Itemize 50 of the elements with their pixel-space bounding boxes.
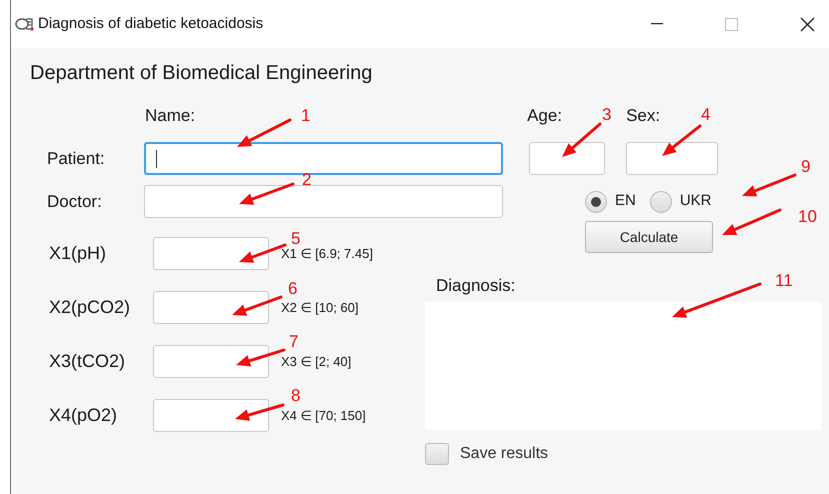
annotation-arrow [662, 124, 702, 156]
annotation-number: 7 [289, 334, 298, 349]
annotation-arrow [722, 208, 782, 235]
annotation-number: 5 [291, 231, 300, 246]
save-results-checkbox[interactable]: Save results [425, 442, 548, 466]
input-field[interactable] [153, 345, 269, 378]
diagnosis-label: Diagnosis: [436, 275, 516, 297]
input-field[interactable] [153, 237, 269, 270]
department-heading: Department of Biomedical Engineering [30, 61, 372, 86]
column-label: Sex: [626, 104, 660, 126]
parameter-label: X1(pH) [49, 242, 108, 265]
annotation-number: 2 [302, 172, 312, 187]
range-text: X3 ∈ [2; 40] [281, 352, 352, 371]
column-label: Name: [145, 104, 196, 126]
parameter-label: X4(pO2) [49, 404, 118, 427]
parameter-label: X2(pCO2) [49, 296, 132, 319]
range-text: X4 ∈ [70; 150] [281, 406, 366, 425]
language-radio[interactable]: EN [585, 190, 636, 213]
input-field[interactable] [153, 291, 269, 324]
input-field[interactable] [529, 142, 605, 175]
field-label: Doctor: [47, 190, 103, 213]
input-field[interactable] [626, 142, 718, 175]
range-text: X2 ∈ [10; 60] [281, 298, 358, 317]
window-title: Diagnosis of diabetic ketoacidosis [38, 14, 264, 34]
annotation-number: 10 [798, 209, 817, 224]
annotation-number: 8 [291, 388, 300, 403]
annotation-arrow [237, 118, 292, 147]
calculate-button[interactable]: Calculate [585, 221, 713, 253]
text-cursor [156, 150, 157, 168]
input-field[interactable] [144, 185, 503, 218]
annotation-arrow [239, 182, 294, 205]
annotation-arrow [232, 296, 282, 316]
close-icon[interactable] [800, 16, 815, 32]
annotation-number: 9 [801, 159, 810, 174]
column-label: Age: [527, 104, 562, 126]
app-icon [15, 16, 35, 32]
annotation-number: 6 [288, 281, 298, 296]
parameter-label: X3(tCO2) [49, 350, 126, 373]
input-field[interactable] [144, 142, 503, 175]
minimize-icon[interactable] [651, 23, 663, 25]
annotation-number: 11 [775, 273, 793, 288]
input-field[interactable] [153, 399, 269, 432]
annotation-number: 1 [301, 108, 310, 123]
annotation-arrow [562, 122, 602, 157]
language-radio[interactable]: UKR [650, 190, 712, 213]
annotation-number: 3 [602, 107, 612, 122]
range-text: X1 ∈ [6.9; 7.45] [281, 244, 373, 263]
annotation-number: 4 [701, 107, 710, 122]
field-label: Patient: [47, 148, 106, 170]
annotation-arrow [742, 174, 796, 196]
